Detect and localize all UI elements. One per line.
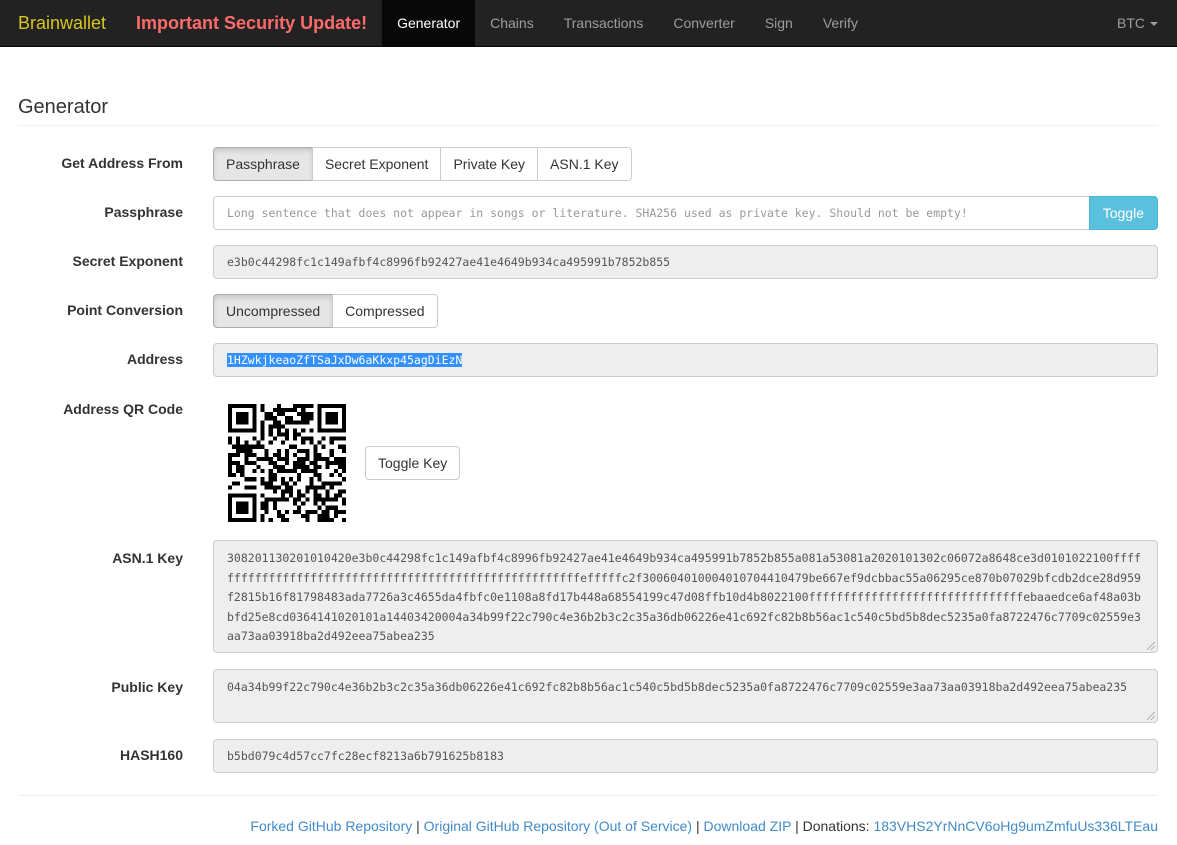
hash160-input[interactable]: b5bd079c4d57cc7fc28ecf8213a6b791625b8183 [213, 739, 1158, 773]
coin-label: BTC [1117, 15, 1145, 31]
source-secret-exponent-button[interactable]: Secret Exponent [311, 147, 442, 181]
brand-link[interactable]: Brainwallet [0, 0, 121, 47]
page-title: Generator [18, 73, 1158, 126]
passphrase-toggle-button[interactable]: Toggle [1088, 196, 1158, 230]
public-key-textarea[interactable]: 04a34b99f22c790c4e36b2b3c2c35a36db06226e… [213, 669, 1158, 723]
footer-separator: | [695, 818, 700, 834]
forked-repo-link[interactable]: Forked GitHub Repository [250, 818, 412, 834]
toggle-key-button[interactable]: Toggle Key [365, 446, 461, 480]
nav-generator[interactable]: Generator [382, 0, 476, 47]
address-field: 1HZwkjkeaoZfTSaJxDw6aKkxp45agDiEzN [213, 343, 1158, 377]
footer-separator: | [416, 818, 420, 834]
point-conversion-label: Point Conversion [67, 302, 183, 318]
hash160-label: HASH160 [119, 747, 183, 763]
secret-exponent-input[interactable]: e3b0c44298fc1c149afbf4c8996fb92427ae41e4… [213, 245, 1158, 279]
download-zip-link[interactable]: Download ZIP [704, 818, 792, 834]
resize-grip-icon[interactable] [1147, 642, 1155, 650]
get-address-from-group: Passphrase Secret Exponent Private Key A… [213, 147, 1158, 181]
donation-address-link[interactable]: 183VHS2YrNnCV6oHg9umZmfuUs336LTEau [873, 818, 1158, 834]
row-passphrase: Passphrase Long sentence that does not a… [18, 196, 1158, 230]
row-secret-exponent: Secret Exponent e3b0c44298fc1c149afbf4c8… [18, 245, 1158, 279]
uncompressed-button[interactable]: Uncompressed [213, 294, 334, 328]
source-private-key-button[interactable]: Private Key [440, 147, 539, 181]
resize-grip-icon[interactable] [1147, 712, 1155, 720]
passphrase-field: Long sentence that does not appear in so… [213, 196, 1158, 230]
secret-exponent-label: Secret Exponent [72, 253, 183, 269]
address-value: 1HZwkjkeaoZfTSaJxDw6aKkxp45agDiEzN [227, 353, 463, 367]
row-point-conversion: Point Conversion Uncompressed Compressed [18, 294, 1158, 328]
nav-transactions[interactable]: Transactions [549, 0, 659, 47]
footer: Forked GitHub Repository | Original GitH… [18, 795, 1158, 834]
public-key-value: 04a34b99f22c790c4e36b2b3c2c35a36db06226e… [227, 680, 1128, 694]
passphrase-input-group: Long sentence that does not appear in so… [213, 196, 1158, 230]
nav-verify[interactable]: Verify [808, 0, 873, 47]
nav-chains[interactable]: Chains [475, 0, 549, 47]
compressed-button[interactable]: Compressed [332, 294, 438, 328]
address-label: Address [126, 351, 183, 367]
footer-separator: | [795, 818, 799, 834]
original-repo-link[interactable]: Original GitHub Repository (Out of Servi… [424, 818, 692, 834]
source-passphrase-button[interactable]: Passphrase [213, 147, 313, 181]
nav-sign[interactable]: Sign [750, 0, 808, 47]
row-get-address-from: Get Address From Passphrase Secret Expon… [18, 147, 1158, 181]
asn1-key-label: ASN.1 Key [112, 550, 183, 566]
get-address-from-field: Passphrase Secret Exponent Private Key A… [213, 147, 1158, 181]
qr-code-image [228, 404, 346, 522]
address-qr-field: Toggle Key [213, 404, 1158, 522]
point-conversion-field: Uncompressed Compressed [213, 294, 1158, 328]
donations-label: Donations: [802, 818, 870, 834]
address-qr-label: Address QR Code [63, 401, 183, 417]
hash160-field: b5bd079c4d57cc7fc28ecf8213a6b791625b8183 [213, 739, 1158, 773]
public-key-field: 04a34b99f22c790c4e36b2b3c2c35a36db06226e… [213, 669, 1158, 723]
get-address-from-label: Get Address From [61, 155, 183, 171]
coin-dropdown[interactable]: BTC [1117, 0, 1158, 47]
point-conversion-group: Uncompressed Compressed [213, 294, 1158, 328]
row-asn1-key: ASN.1 Key 308201130201010420e3b0c44298fc… [18, 540, 1158, 653]
secret-exponent-field: e3b0c44298fc1c149afbf4c8996fb92427ae41e4… [213, 245, 1158, 279]
source-asn1-key-button[interactable]: ASN.1 Key [537, 147, 632, 181]
passphrase-label: Passphrase [104, 204, 183, 220]
main-container: Generator Get Address From Passphrase Se… [0, 73, 1177, 773]
qr-code-icon [228, 404, 346, 522]
caret-down-icon [1150, 21, 1158, 26]
asn1-key-value: 308201130201010420e3b0c44298fc1c149afbf4… [227, 551, 1141, 643]
address-input[interactable]: 1HZwkjkeaoZfTSaJxDw6aKkxp45agDiEzN [213, 343, 1158, 377]
nav-converter[interactable]: Converter [658, 0, 749, 47]
asn1-key-field: 308201130201010420e3b0c44298fc1c149afbf4… [213, 540, 1158, 653]
public-key-label: Public Key [111, 679, 183, 695]
row-hash160: HASH160 b5bd079c4d57cc7fc28ecf8213a6b791… [18, 739, 1158, 773]
security-update-link[interactable]: Important Security Update! [121, 0, 382, 47]
navbar: Brainwallet Important Security Update! G… [0, 0, 1177, 47]
passphrase-input[interactable]: Long sentence that does not appear in so… [213, 196, 1090, 230]
row-address-qr: Address QR Code Toggle Key [18, 392, 1158, 527]
row-public-key: Public Key 04a34b99f22c790c4e36b2b3c2c35… [18, 669, 1158, 723]
asn1-key-textarea[interactable]: 308201130201010420e3b0c44298fc1c149afbf4… [213, 540, 1158, 653]
row-address: Address 1HZwkjkeaoZfTSaJxDw6aKkxp45agDiE… [18, 343, 1158, 377]
